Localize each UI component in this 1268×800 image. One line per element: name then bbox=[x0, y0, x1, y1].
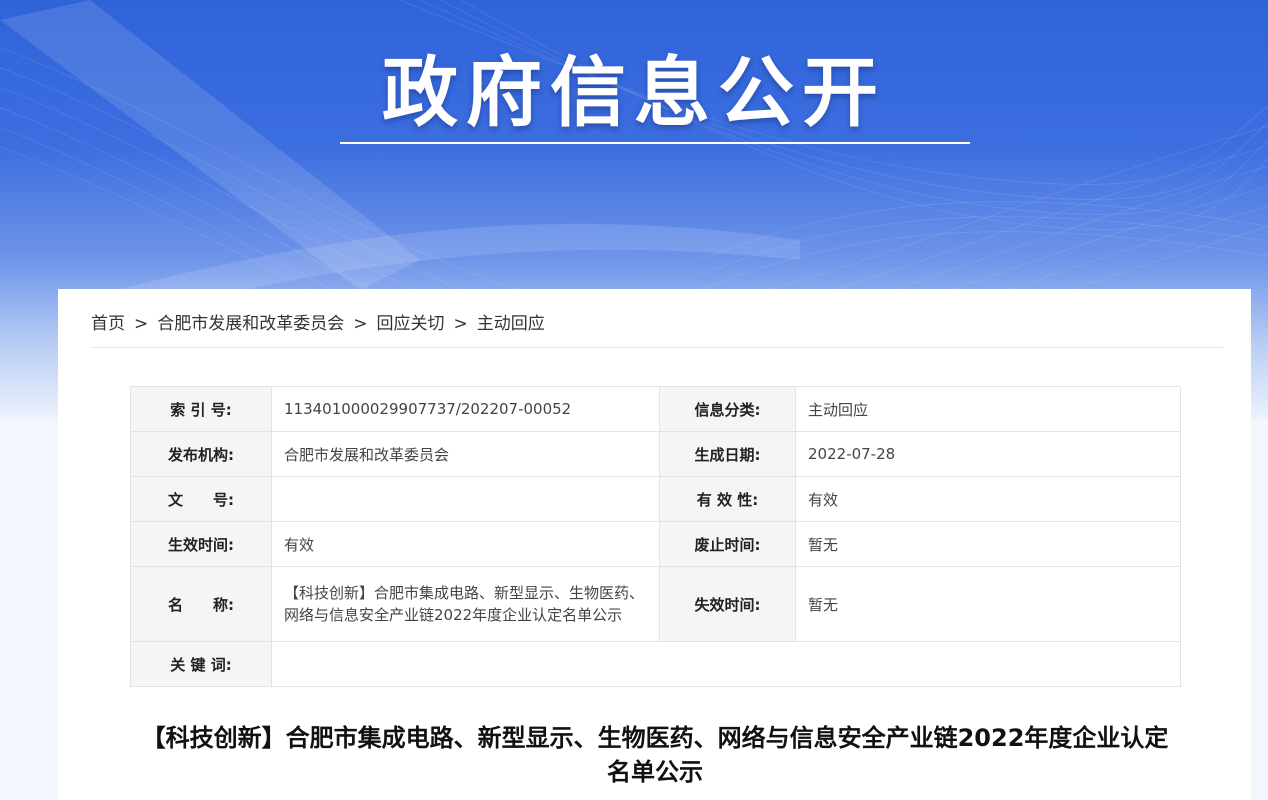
abolish-time-value: 暂无 bbox=[795, 521, 1181, 567]
doc-number-label: 文 号: bbox=[130, 476, 272, 522]
index-number-label: 索 引 号: bbox=[130, 386, 272, 432]
expire-time-value: 暂无 bbox=[795, 566, 1181, 642]
doc-number-value bbox=[271, 476, 660, 522]
effective-time-label: 生效时间: bbox=[130, 521, 272, 567]
breadcrumb-separator: > bbox=[453, 314, 468, 334]
validity-label: 有 效 性: bbox=[659, 476, 796, 522]
table-row: 发布机构: 合肥市发展和改革委员会 生成日期: 2022-07-28 bbox=[130, 431, 1181, 477]
effective-time-value: 有效 bbox=[271, 521, 660, 567]
table-row: 生效时间: 有效 废止时间: 暂无 bbox=[130, 521, 1181, 567]
validity-value: 有效 bbox=[795, 476, 1181, 522]
document-metadata-table: 索 引 号: 113401000029907737/202207-00052 信… bbox=[130, 386, 1181, 687]
content-card: 首页 > 合肥市发展和改革委员会 > 回应关切 > 主动回应 索 引 号: 11… bbox=[58, 289, 1251, 800]
date-label: 生成日期: bbox=[659, 431, 796, 477]
category-value: 主动回应 bbox=[795, 386, 1181, 432]
table-row: 关 键 词: bbox=[130, 641, 1181, 687]
table-row: 文 号: 有 效 性: 有效 bbox=[130, 476, 1181, 522]
index-number-value: 113401000029907737/202207-00052 bbox=[271, 386, 660, 432]
breadcrumb-home[interactable]: 首页 bbox=[91, 311, 125, 337]
banner-underline bbox=[340, 142, 970, 144]
abolish-time-label: 废止时间: bbox=[659, 521, 796, 567]
keywords-value bbox=[271, 641, 1181, 687]
category-label: 信息分类: bbox=[659, 386, 796, 432]
banner-title: 政府信息公开 bbox=[382, 48, 886, 137]
keywords-label: 关 键 词: bbox=[130, 641, 272, 687]
breadcrumb-separator: > bbox=[134, 314, 149, 334]
breadcrumb-active-response[interactable]: 主动回应 bbox=[477, 311, 545, 337]
publisher-label: 发布机构: bbox=[130, 431, 272, 477]
breadcrumb-concerns[interactable]: 回应关切 bbox=[377, 311, 445, 337]
document-title: 【科技创新】合肥市集成电路、新型显示、生物医药、网络与信息安全产业链2022年度… bbox=[141, 724, 1169, 786]
breadcrumb: 首页 > 合肥市发展和改革委员会 > 回应关切 > 主动回应 bbox=[91, 311, 1223, 348]
date-value: 2022-07-28 bbox=[795, 431, 1181, 477]
breadcrumb-department[interactable]: 合肥市发展和改革委员会 bbox=[157, 311, 344, 337]
name-value: 【科技创新】合肥市集成电路、新型显示、生物医药、网络与信息安全产业链2022年度… bbox=[271, 566, 660, 642]
breadcrumb-separator: > bbox=[353, 314, 368, 334]
table-row: 名 称: 【科技创新】合肥市集成电路、新型显示、生物医药、网络与信息安全产业链2… bbox=[130, 566, 1181, 642]
name-label: 名 称: bbox=[130, 566, 272, 642]
publisher-value: 合肥市发展和改革委员会 bbox=[271, 431, 660, 477]
table-row: 索 引 号: 113401000029907737/202207-00052 信… bbox=[130, 386, 1181, 432]
expire-time-label: 失效时间: bbox=[659, 566, 796, 642]
